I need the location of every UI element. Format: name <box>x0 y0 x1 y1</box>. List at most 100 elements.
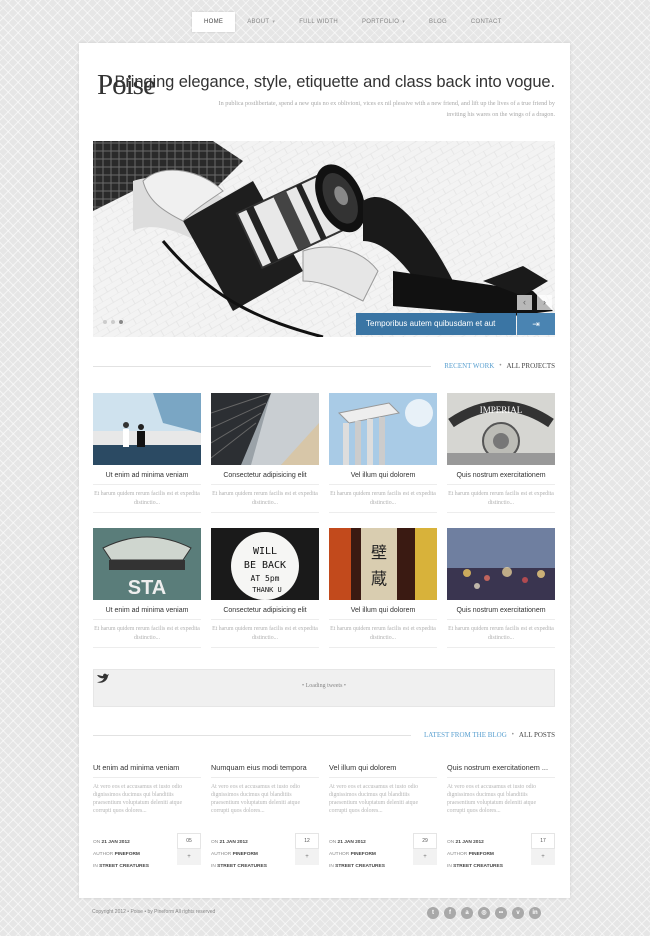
portfolio-item[interactable]: Quis nostrum exercitationem Et harum qui… <box>447 528 555 648</box>
portfolio-title[interactable]: Consectetur adipisicing elit <box>211 472 319 485</box>
post-author[interactable]: PINEFORM <box>351 852 376 857</box>
nav-item-contact[interactable]: CONTACT <box>459 12 514 32</box>
portfolio-description: Et harum quidem rerum facilis est et exp… <box>94 491 200 506</box>
slider-dot[interactable] <box>111 320 115 324</box>
nav-item-about[interactable]: ABOUT ▾ <box>235 12 287 32</box>
meta-label: AUTHOR <box>329 852 350 857</box>
portfolio-item[interactable]: IMPERIAL Quis nostrum exercitationem Et … <box>447 393 555 513</box>
meta-label: IN <box>447 864 452 869</box>
hero-slider[interactable]: ‹ › Temporibus autem quibusdam et aut ⇥ <box>93 141 555 337</box>
flickr-icon[interactable]: •• <box>495 907 507 919</box>
nav-label: FULL WIDTH <box>299 19 338 25</box>
portfolio-thumbnail[interactable] <box>211 393 319 465</box>
portfolio-thumbnail[interactable]: STA <box>93 528 201 600</box>
blog-post: Quis nostrum exercitationem ... At vero … <box>447 763 555 869</box>
nav-label: BLOG <box>429 19 447 25</box>
linkedin-icon[interactable]: in <box>529 907 541 919</box>
portfolio-thumbnail[interactable]: 壁 蔵 <box>329 528 437 600</box>
divider <box>93 512 201 513</box>
portfolio-item[interactable]: WILL BE BACK AT 5pm THANK U Consectetur … <box>211 528 319 648</box>
meta-label: AUTHOR <box>447 852 468 857</box>
svg-text:IMPERIAL: IMPERIAL <box>480 405 523 415</box>
vimeo-icon[interactable]: v <box>512 907 524 919</box>
plus-icon[interactable]: + <box>295 849 319 865</box>
slider-dot-active[interactable] <box>119 320 123 324</box>
post-date: 21 JAN 2012 <box>219 840 248 845</box>
svg-text:STA: STA <box>128 577 167 599</box>
svg-text:WILL: WILL <box>253 546 277 557</box>
dribbble-icon[interactable]: ◎ <box>478 907 490 919</box>
portfolio-description: Et harum quidem rerum facilis est et exp… <box>448 491 554 506</box>
blog-heading: LATEST FROM THE BLOG • ALL POSTS <box>93 729 555 741</box>
meta-label: ON <box>447 840 455 845</box>
slider-prev-button[interactable]: ‹ <box>517 295 532 310</box>
portfolio-title[interactable]: Ut enim ad minima veniam <box>93 472 201 485</box>
twitter-icon[interactable]: t <box>427 907 439 919</box>
copyright-text: Copyright 2012 • Poise • by Pineform All… <box>92 909 216 915</box>
post-category[interactable]: STREET CREATURES <box>99 864 149 869</box>
comment-count: 17 <box>531 833 555 849</box>
portfolio-title[interactable]: Vel illum qui dolorem <box>329 472 437 485</box>
comment-count-box[interactable]: 29 + <box>413 833 437 865</box>
blog-post-title[interactable]: Quis nostrum exercitationem ... <box>447 763 555 778</box>
recent-work-heading: RECENT WORK • ALL PROJECTS <box>93 360 555 372</box>
slider-caption[interactable]: Temporibus autem quibusdam et aut <box>356 313 516 335</box>
portfolio-item[interactable]: Ut enim ad minima veniam Et harum quidem… <box>93 393 201 513</box>
portfolio-item[interactable]: 壁 蔵 Vel illum qui dolorem Et harum quide… <box>329 528 437 648</box>
slider-link-icon[interactable]: ⇥ <box>517 313 555 335</box>
portfolio-title[interactable]: Consectetur adipisicing elit <box>211 607 319 620</box>
blog-post-excerpt: At vero eos et accusamus et iusto odio d… <box>211 784 301 814</box>
portfolio-item[interactable]: Vel illum qui dolorem Et harum quidem re… <box>329 393 437 513</box>
facebook-icon[interactable]: f <box>444 907 456 919</box>
slider-next-button[interactable]: › <box>537 295 552 310</box>
svg-text:壁: 壁 <box>371 543 387 562</box>
all-posts-link[interactable]: ALL POSTS <box>519 731 555 739</box>
post-category[interactable]: STREET CREATURES <box>217 864 267 869</box>
nav-item-portfolio[interactable]: PORTFOLIO ▾ <box>350 12 417 32</box>
post-author[interactable]: PINEFORM <box>469 852 494 857</box>
blog-post-title[interactable]: Vel illum qui dolorem <box>329 763 437 778</box>
site-tagline: Bringing elegance, style, etiquette and … <box>114 73 555 91</box>
comment-count-box[interactable]: 12 + <box>295 833 319 865</box>
svg-text:BE BACK: BE BACK <box>244 560 286 571</box>
portfolio-thumbnail[interactable] <box>329 393 437 465</box>
portfolio-item[interactable]: STA Ut enim ad minima veniam Et harum qu… <box>93 528 201 648</box>
portfolio-title[interactable]: Quis nostrum exercitationem <box>447 472 555 485</box>
divider <box>93 734 411 736</box>
separator: • <box>511 732 514 738</box>
post-author[interactable]: PINEFORM <box>233 852 258 857</box>
portfolio-thumbnail[interactable] <box>93 393 201 465</box>
separator: • <box>499 363 502 369</box>
divider <box>329 512 437 513</box>
nav-item-blog[interactable]: BLOG <box>417 12 459 32</box>
portfolio-thumbnail[interactable]: WILL BE BACK AT 5pm THANK U <box>211 528 319 600</box>
content-panel: Poise Bringing elegance, style, etiquett… <box>79 43 570 898</box>
chevron-down-icon: ▾ <box>402 19 406 25</box>
plus-icon[interactable]: + <box>177 849 201 865</box>
post-category[interactable]: STREET CREATURES <box>453 864 503 869</box>
post-category[interactable]: STREET CREATURES <box>335 864 385 869</box>
nav-item-home[interactable]: HOME <box>192 12 236 32</box>
portfolio-thumbnail[interactable]: IMPERIAL <box>447 393 555 465</box>
user-icon[interactable]: a <box>461 907 473 919</box>
blog-post-title[interactable]: Numquam eius modi tempora <box>211 763 319 778</box>
divider <box>447 647 555 648</box>
post-date: 21 JAN 2012 <box>455 840 484 845</box>
portfolio-title[interactable]: Quis nostrum exercitationem <box>447 607 555 620</box>
plus-icon[interactable]: + <box>531 849 555 865</box>
nav-item-full-width[interactable]: FULL WIDTH <box>287 12 350 32</box>
section-title: RECENT WORK <box>444 362 495 370</box>
nav-label: HOME <box>204 19 224 25</box>
blog-post-title[interactable]: Ut enim ad minima veniam <box>93 763 201 778</box>
portfolio-title[interactable]: Ut enim ad minima veniam <box>93 607 201 620</box>
blog-post-meta: ON 21 JAN 2012 AUTHOR PINEFORM IN STREET… <box>211 837 267 873</box>
portfolio-title[interactable]: Vel illum qui dolorem <box>329 607 437 620</box>
slider-dot[interactable] <box>103 320 107 324</box>
comment-count-box[interactable]: 17 + <box>531 833 555 865</box>
comment-count-box[interactable]: 05 + <box>177 833 201 865</box>
portfolio-thumbnail[interactable] <box>447 528 555 600</box>
plus-icon[interactable]: + <box>413 849 437 865</box>
portfolio-item[interactable]: Consectetur adipisicing elit Et harum qu… <box>211 393 319 513</box>
post-author[interactable]: PINEFORM <box>115 852 140 857</box>
all-projects-link[interactable]: ALL PROJECTS <box>506 362 555 370</box>
